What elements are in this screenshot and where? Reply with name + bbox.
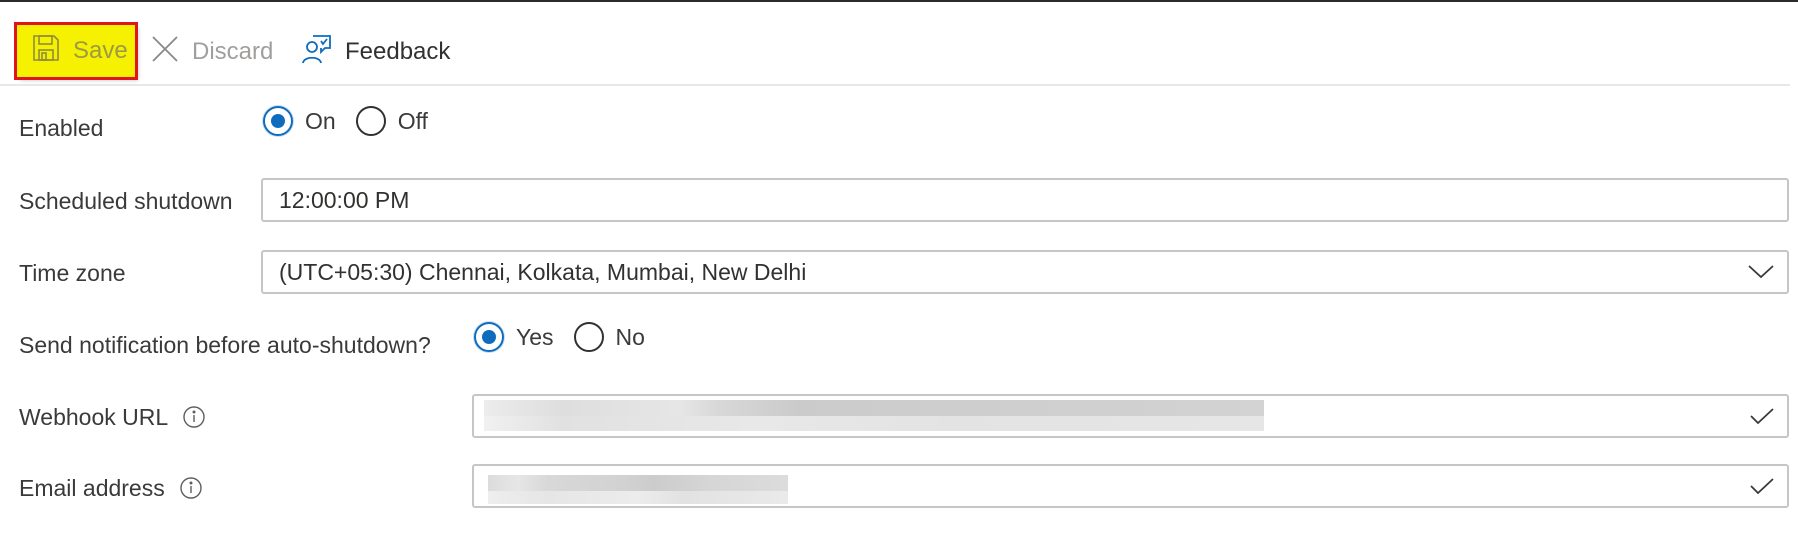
- notification-yes-label[interactable]: Yes: [516, 324, 554, 351]
- command-bar: Save Discard Feedback: [0, 2, 1798, 84]
- redacted-webhook-value-2: [484, 416, 1264, 431]
- checkmark-icon: [1749, 406, 1775, 426]
- enabled-off-label[interactable]: Off: [398, 108, 428, 135]
- send-notification-radio-group: Yes No: [474, 321, 665, 353]
- info-icon[interactable]: [182, 405, 206, 429]
- time-zone-value: (UTC+05:30) Chennai, Kolkata, Mumbai, Ne…: [279, 258, 807, 285]
- scheduled-shutdown-input[interactable]: 12:00:00 PM: [261, 178, 1789, 222]
- info-icon[interactable]: [179, 476, 203, 500]
- enabled-radio-group: On Off: [263, 105, 448, 137]
- toolbar-divider: [0, 84, 1790, 86]
- scheduled-shutdown-value: 12:00:00 PM: [279, 186, 410, 213]
- email-address-input[interactable]: [472, 464, 1789, 508]
- time-zone-label: Time zone: [19, 259, 126, 286]
- save-label: Save: [73, 37, 128, 64]
- notification-no-label[interactable]: No: [616, 324, 645, 351]
- chevron-down-icon[interactable]: [1747, 263, 1775, 281]
- redacted-webhook-value: [484, 400, 1264, 416]
- email-address-label: Email address: [19, 472, 203, 504]
- feedback-button[interactable]: Feedback: [301, 26, 450, 78]
- discard-button[interactable]: Discard: [150, 26, 273, 78]
- discard-label: Discard: [192, 38, 274, 65]
- enabled-label: Enabled: [19, 114, 104, 141]
- save-icon: [31, 33, 61, 70]
- redacted-email-value: [488, 475, 788, 491]
- redacted-email-value-2: [488, 491, 788, 504]
- save-button[interactable]: Save: [14, 22, 138, 80]
- feedback-label: Feedback: [345, 38, 451, 65]
- notification-yes-radio[interactable]: [474, 322, 504, 352]
- checkmark-icon: [1749, 476, 1775, 496]
- feedback-icon: [301, 33, 333, 72]
- enabled-on-radio[interactable]: [263, 106, 293, 136]
- notification-no-radio[interactable]: [573, 322, 604, 352]
- enabled-on-label[interactable]: On: [305, 108, 336, 135]
- webhook-url-label: Webhook URL: [19, 401, 206, 433]
- scheduled-shutdown-label: Scheduled shutdown: [19, 187, 233, 214]
- enabled-off-radio[interactable]: [355, 106, 386, 136]
- time-zone-dropdown[interactable]: (UTC+05:30) Chennai, Kolkata, Mumbai, Ne…: [261, 250, 1789, 294]
- webhook-url-input[interactable]: [472, 394, 1789, 438]
- send-notification-label: Send notification before auto-shutdown?: [19, 331, 431, 358]
- close-icon: [150, 34, 180, 71]
